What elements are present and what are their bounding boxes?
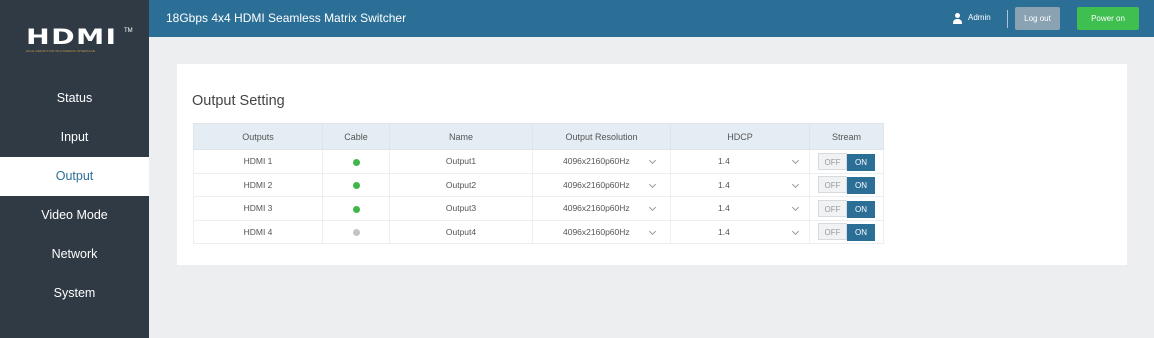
stream-toggle[interactable]: OFF ON <box>818 223 875 242</box>
header-divider <box>1007 10 1008 28</box>
stream-cell: OFF ON <box>809 149 884 174</box>
hdcp-select[interactable]: 1.4 <box>670 219 810 244</box>
output-name[interactable]: Output1 <box>389 149 533 174</box>
table-row: HDMI 1 Output1 4096x2160p60Hz 1.4 OFF ON <box>193 149 884 174</box>
output-name[interactable]: Output3 <box>389 196 533 221</box>
chevron-down-icon <box>791 203 800 212</box>
stream-off-option[interactable]: OFF <box>818 152 847 170</box>
stream-cell: OFF ON <box>809 172 884 197</box>
output-port: HDMI 2 <box>193 172 323 197</box>
stream-toggle[interactable]: OFF ON <box>818 152 875 171</box>
column-header-hdcp: HDCP <box>670 123 810 150</box>
hdmi-logo: HDMI TM HIGH-DEFINITION MULTIMEDIA INTER… <box>26 25 133 58</box>
page-title: Output Setting <box>192 93 285 109</box>
cable-status <box>322 219 390 244</box>
column-header-cable: Cable <box>322 123 390 150</box>
stream-cell: OFF ON <box>809 196 884 221</box>
stream-on-option[interactable]: ON <box>847 177 875 195</box>
cable-status <box>322 149 390 174</box>
cable-status-dot <box>352 205 360 213</box>
output-port: HDMI 3 <box>193 196 323 221</box>
chevron-down-icon <box>791 227 800 235</box>
column-header-resolution: Output Resolution <box>532 123 671 150</box>
resolution-value: 4096x2160p60Hz <box>563 203 630 214</box>
user-name: Admin <box>968 13 991 22</box>
main-content: Output Setting Outputs Cable Name Output… <box>149 37 1154 338</box>
stream-cell: OFF ON <box>809 219 884 244</box>
power-on-button[interactable]: Power on <box>1077 7 1139 30</box>
column-header-outputs: Outputs <box>193 123 323 150</box>
sidebar-item-input[interactable]: Input <box>0 118 149 157</box>
resolution-select[interactable]: 4096x2160p60Hz <box>532 196 671 221</box>
table-row: HDMI 4 Output4 4096x2160p60Hz 1.4 OFF ON <box>193 219 884 244</box>
chevron-down-icon <box>648 203 657 212</box>
logo-tm: TM <box>124 28 133 34</box>
stream-off-option[interactable]: OFF <box>818 223 847 241</box>
output-port: HDMI 1 <box>193 149 323 174</box>
resolution-select[interactable]: 4096x2160p60Hz <box>532 219 671 244</box>
sidebar-nav: Status Input Output Video Mode Network S… <box>0 79 149 313</box>
sidebar-item-video-mode[interactable]: Video Mode <box>0 196 149 235</box>
stream-off-option[interactable]: OFF <box>818 199 847 217</box>
output-setting-panel: Output Setting Outputs Cable Name Output… <box>177 64 1127 265</box>
output-table: Outputs Cable Name Output Resolution HDC… <box>193 123 884 244</box>
cable-status <box>322 196 390 221</box>
stream-on-option[interactable]: ON <box>847 153 875 171</box>
output-port: HDMI 4 <box>193 219 323 244</box>
cable-status <box>322 172 390 197</box>
chevron-down-icon <box>791 156 800 165</box>
sidebar-item-network[interactable]: Network <box>0 235 149 274</box>
logout-button[interactable]: Log out <box>1015 7 1060 30</box>
stream-toggle[interactable]: OFF ON <box>818 199 875 218</box>
cable-status-dot <box>352 158 360 166</box>
stream-off-option[interactable]: OFF <box>818 176 847 194</box>
user-icon <box>952 13 962 24</box>
column-header-stream: Stream <box>809 123 884 150</box>
chevron-down-icon <box>648 180 657 188</box>
stream-on-option[interactable]: ON <box>847 200 875 218</box>
hdcp-select[interactable]: 1.4 <box>670 149 810 174</box>
table-row: HDMI 2 Output2 4096x2160p60Hz 1.4 OFF ON <box>193 172 884 197</box>
resolution-value: 4096x2160p60Hz <box>563 226 630 237</box>
column-header-name: Name <box>389 123 533 150</box>
resolution-select[interactable]: 4096x2160p60Hz <box>532 172 671 197</box>
cable-status-dot <box>352 182 360 189</box>
output-name[interactable]: Output2 <box>389 172 533 197</box>
table-header-row: Outputs Cable Name Output Resolution HDC… <box>193 123 884 150</box>
output-name[interactable]: Output4 <box>389 219 533 244</box>
sidebar: HDMI TM HIGH-DEFINITION MULTIMEDIA INTER… <box>0 0 149 338</box>
hdcp-select[interactable]: 1.4 <box>670 196 810 221</box>
cable-status-dot <box>352 229 360 236</box>
app-title: 18Gbps 4x4 HDMI Seamless Matrix Switcher <box>166 11 407 25</box>
table-row: HDMI 3 Output3 4096x2160p60Hz 1.4 OFF ON <box>193 196 884 221</box>
resolution-value: 4096x2160p60Hz <box>563 179 630 190</box>
logo-subtitle: HIGH-DEFINITION MULTIMEDIA INTERFACE <box>26 49 96 53</box>
top-bar: 18Gbps 4x4 HDMI Seamless Matrix Switcher… <box>149 0 1154 37</box>
sidebar-item-system[interactable]: System <box>0 274 149 313</box>
sidebar-item-status[interactable]: Status <box>0 79 149 118</box>
stream-on-option[interactable]: ON <box>847 224 875 242</box>
resolution-select[interactable]: 4096x2160p60Hz <box>532 149 671 174</box>
sidebar-item-output[interactable]: Output <box>0 157 149 196</box>
chevron-down-icon <box>648 156 657 165</box>
resolution-value: 4096x2160p60Hz <box>563 156 630 167</box>
hdcp-value: 1.4 <box>718 203 730 214</box>
logo-text: HDMI <box>26 25 118 49</box>
chevron-down-icon <box>791 180 800 188</box>
chevron-down-icon <box>648 227 657 235</box>
stream-toggle[interactable]: OFF ON <box>818 176 875 195</box>
hdcp-value: 1.4 <box>718 226 730 237</box>
hdcp-select[interactable]: 1.4 <box>670 172 810 197</box>
hdcp-value: 1.4 <box>718 179 730 190</box>
hdcp-value: 1.4 <box>718 156 730 167</box>
